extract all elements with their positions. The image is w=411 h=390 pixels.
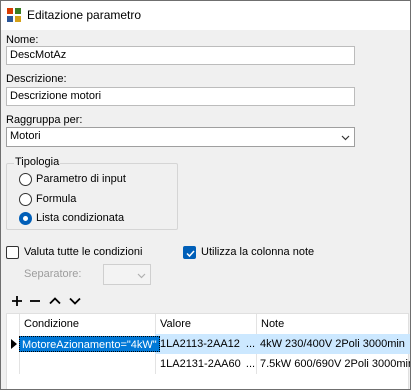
current-row-icon xyxy=(11,339,17,349)
column-header-note[interactable]: Note xyxy=(256,314,410,334)
checkbox-box xyxy=(6,245,19,259)
radio-label: Lista condizionata xyxy=(36,212,125,224)
radio-circle xyxy=(19,172,32,186)
chevron-down-icon xyxy=(341,135,350,141)
title-bar: Editazione parametro xyxy=(0,0,411,30)
radio-formula[interactable]: Formula xyxy=(19,191,76,207)
remove-icon[interactable] xyxy=(28,294,42,308)
tipologia-group: Parametro di input Formula Lista condizi… xyxy=(6,163,178,230)
radio-circle-selected xyxy=(19,211,32,225)
table-row[interactable]: MotoreAzionamento="4kW" 1LA2113-2AA12 ..… xyxy=(7,334,410,354)
separatore-combo xyxy=(103,264,151,285)
radio-label: Parametro di input xyxy=(36,173,126,185)
table-row[interactable]: 1LA2131-2AA60 ... 7.5kW 600/690V 2Poli 3… xyxy=(7,354,410,374)
descrizione-label: Descrizione: xyxy=(6,73,67,85)
condition-cell[interactable] xyxy=(24,354,155,374)
valore-cell[interactable]: 1LA2131-2AA60 xyxy=(160,354,244,374)
tipologia-title: Tipologia xyxy=(14,156,61,168)
window-title: Editazione parametro xyxy=(27,8,142,22)
utilizza-note-checkbox[interactable]: Utilizza la colonna note xyxy=(183,244,314,260)
radio-label: Formula xyxy=(36,193,77,205)
chevron-down-icon xyxy=(137,273,146,279)
radio-circle xyxy=(19,192,32,206)
checkbox-label: Utilizza la colonna note xyxy=(201,246,315,258)
raggruppa-select[interactable]: Motori xyxy=(6,127,355,147)
valore-cell[interactable]: 1LA2113-2AA12 xyxy=(160,334,244,354)
condition-cell-editing[interactable]: MotoreAzionamento="4kW" xyxy=(19,336,160,352)
app-icon xyxy=(7,8,21,22)
checkbox-label: Valuta tutte le condizioni xyxy=(24,246,143,258)
column-header-valore[interactable]: Valore xyxy=(155,314,256,334)
ellipsis-button[interactable]: ... xyxy=(245,334,256,354)
note-cell[interactable]: 4kW 230/400V 2Poli 3000min xyxy=(260,334,410,354)
raggruppa-value: Motori xyxy=(10,130,41,142)
valuta-tutte-checkbox[interactable]: Valuta tutte le condizioni xyxy=(6,244,142,260)
nome-label: Nome: xyxy=(6,34,39,46)
ellipsis-button[interactable]: ... xyxy=(245,354,256,374)
note-cell[interactable]: 7.5kW 600/690V 2Poli 3000min xyxy=(260,354,410,374)
move-down-icon[interactable] xyxy=(68,294,82,308)
checkmark-icon xyxy=(186,249,195,257)
radio-lista-condizionata[interactable]: Lista condizionata xyxy=(19,210,124,226)
grid-header-row: Condizione Valore Note xyxy=(7,314,410,334)
descrizione-field[interactable]: Descrizione motori xyxy=(6,87,355,106)
radio-parametro-di-input[interactable]: Parametro di input xyxy=(19,171,126,187)
add-icon[interactable] xyxy=(10,294,24,308)
move-up-icon[interactable] xyxy=(48,294,62,308)
checkbox-box-checked xyxy=(183,245,196,259)
raggruppa-label: Raggruppa per: xyxy=(6,114,83,126)
nome-field[interactable]: DescMotAz xyxy=(6,46,355,65)
separatore-label: Separatore: xyxy=(24,268,82,280)
column-header-condizione[interactable]: Condizione xyxy=(19,314,155,334)
conditions-grid: Condizione Valore Note MotoreAzionamento… xyxy=(6,313,410,390)
